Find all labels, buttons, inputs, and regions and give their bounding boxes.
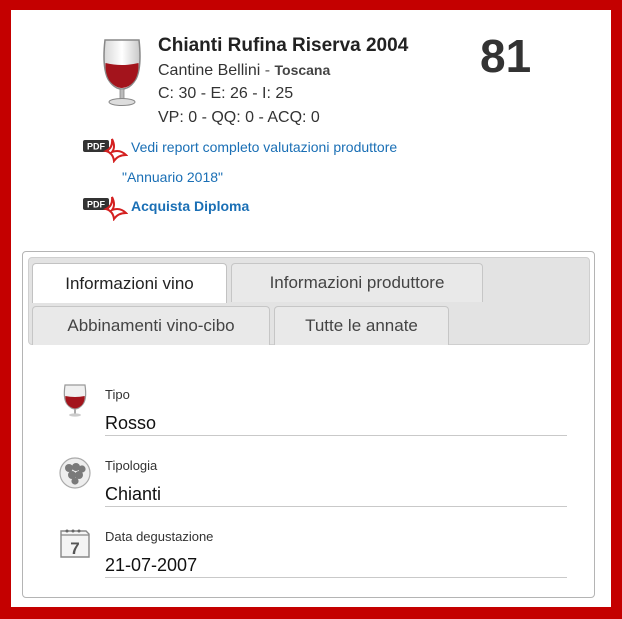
producer-name: Cantine Bellini	[158, 62, 261, 79]
grapes-icon	[59, 457, 91, 489]
scores-line: C: 30 - E: 26 - I: 25	[158, 85, 294, 102]
producer-line: Cantine Bellini - Toscana	[158, 62, 330, 80]
pdf-icon-text: PDF	[87, 142, 106, 152]
tab-tutte-le-annate[interactable]: Tutte le annate	[274, 306, 449, 345]
report-link[interactable]: Vedi report completo valutazioni produtt…	[131, 139, 397, 155]
field-value-tipologia: Chianti	[105, 484, 162, 504]
tab-abbinamenti-vino-cibo[interactable]: Abbinamenti vino-cibo	[32, 306, 270, 345]
diploma-link[interactable]: Acquista Diploma	[131, 198, 249, 214]
annuario-link[interactable]: "Annuario 2018"	[122, 169, 223, 185]
calendar-icon: 7	[60, 529, 90, 558]
calendar-day: 7	[70, 539, 79, 558]
pdf-icon-text: PDF	[87, 200, 106, 210]
wine-glass-icon	[63, 384, 87, 417]
scores-line-2: VP: 0 - QQ: 0 - ACQ: 0	[158, 109, 320, 126]
producer-separator: -	[260, 62, 275, 79]
region-name: Toscana	[274, 62, 331, 78]
field-divider	[105, 577, 567, 578]
wine-glass-icon	[103, 39, 141, 106]
field-label-tipo: Tipo	[105, 387, 130, 402]
field-divider	[105, 506, 567, 507]
pdf-icon[interactable]: PDF	[82, 137, 128, 163]
field-value-data: 21-07-2007	[105, 555, 198, 575]
pdf-icon[interactable]: PDF	[82, 195, 128, 221]
wine-title: Chianti Rufina Riserva 2004	[158, 35, 409, 56]
tab-informazioni-produttore[interactable]: Informazioni produttore	[231, 263, 483, 302]
rating-score: 81	[480, 30, 532, 82]
tab-informazioni-vino[interactable]: Informazioni vino	[32, 263, 227, 303]
field-value-tipo: Rosso	[105, 413, 157, 433]
field-divider	[105, 435, 567, 436]
field-label-data: Data degustazione	[105, 529, 214, 544]
field-label-tipologia: Tipologia	[105, 458, 158, 473]
